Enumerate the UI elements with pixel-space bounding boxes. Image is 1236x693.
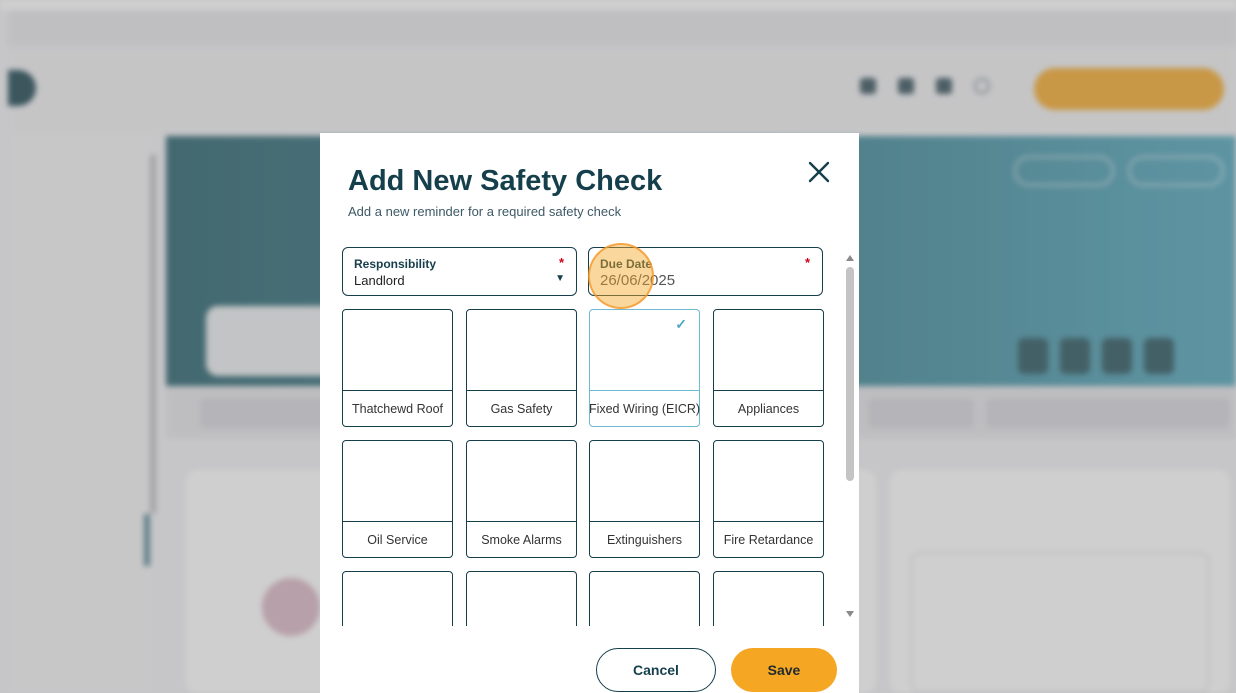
modal-scrollbar[interactable]: [844, 249, 856, 625]
check-type-tile[interactable]: Fire Retardance: [713, 440, 824, 558]
check-type-tile[interactable]: [342, 571, 453, 626]
required-mark: *: [804, 255, 810, 270]
check-type-tile[interactable]: [589, 571, 700, 626]
scroll-down-arrow-icon[interactable]: [846, 611, 854, 617]
check-type-tile[interactable]: Smoke Alarms: [466, 440, 577, 558]
close-button[interactable]: [806, 159, 832, 185]
scroll-up-arrow-icon[interactable]: [846, 255, 854, 261]
check-type-label: Extinguishers: [590, 521, 699, 557]
check-type-label: Smoke Alarms: [467, 521, 576, 557]
check-type-tile[interactable]: [713, 571, 824, 626]
due-date-value: 26/06/2025: [600, 272, 676, 289]
check-type-label: Gas Safety: [467, 390, 576, 426]
modal-subtitle: Add a new reminder for a required safety…: [348, 204, 622, 219]
checkmark-icon: ✓: [675, 316, 687, 332]
save-button[interactable]: Save: [731, 648, 837, 692]
check-type-tile[interactable]: [466, 571, 577, 626]
modal-title: Add New Safety Check: [348, 165, 663, 197]
check-type-tile[interactable]: Thatchewd Roof: [342, 309, 453, 427]
responsibility-select[interactable]: Responsibility * Landlord ▼: [342, 247, 577, 296]
check-type-label: Oil Service: [343, 521, 452, 557]
dropdown-caret-icon: ▼: [555, 273, 565, 284]
cancel-button[interactable]: Cancel: [596, 648, 716, 692]
scroll-thumb[interactable]: [846, 267, 854, 481]
check-type-tile[interactable]: Gas Safety: [466, 309, 577, 427]
check-type-tile[interactable]: Appliances: [713, 309, 824, 427]
check-type-grid: Thatchewd Roof Gas Safety ✓ Fixed Wiring (E…: [342, 309, 826, 626]
required-mark: *: [558, 255, 564, 270]
check-type-label: Appliances: [714, 390, 823, 426]
responsibility-value: Landlord: [354, 273, 405, 288]
responsibility-label: Responsibility: [354, 257, 437, 271]
due-date-label: Due Date: [600, 257, 653, 271]
check-type-tile[interactable]: ✓ Fixed Wiring (EICR): [589, 309, 700, 427]
add-safety-check-modal: Add New Safety Check Add a new reminder …: [320, 133, 859, 693]
check-type-label: Fixed Wiring (EICR): [589, 390, 700, 426]
check-type-label: Fire Retardance: [714, 521, 823, 557]
due-date-field[interactable]: Due Date * 26/06/2025: [588, 247, 823, 296]
close-icon: [808, 161, 830, 183]
check-type-tile[interactable]: Oil Service: [342, 440, 453, 558]
check-type-tile[interactable]: Extinguishers: [589, 440, 700, 558]
check-type-label: Thatchewd Roof: [343, 390, 452, 426]
